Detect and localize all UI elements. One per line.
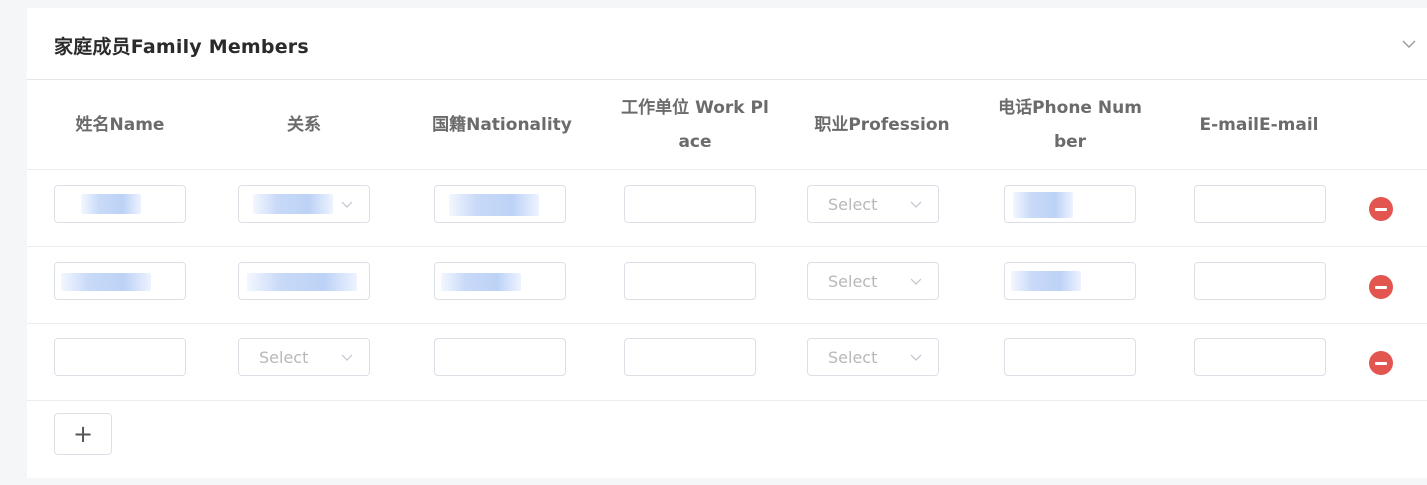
row-divider: [27, 400, 1427, 401]
row-divider: [27, 169, 1427, 170]
select-placeholder: Select: [828, 195, 878, 214]
redacted-value: [61, 273, 151, 291]
panel-header[interactable]: 家庭成员Family Members: [27, 8, 1427, 80]
redacted-value: [1013, 192, 1073, 218]
nationality-field[interactable]: [434, 338, 566, 376]
relation-select[interactable]: [238, 262, 370, 300]
column-header-email: E-mailE-mail: [1199, 115, 1319, 135]
name-field[interactable]: [54, 262, 186, 300]
panel-title: 家庭成员Family Members: [54, 36, 309, 58]
relation-select[interactable]: [238, 185, 370, 223]
work-place-field[interactable]: [624, 262, 756, 300]
relation-select[interactable]: Select: [238, 338, 370, 376]
name-field[interactable]: [54, 338, 186, 376]
nationality-field[interactable]: [434, 185, 566, 223]
chevron-down-icon: [910, 278, 922, 285]
row-divider: [27, 323, 1427, 324]
phone-field[interactable]: [1004, 262, 1136, 300]
redacted-value: [247, 273, 357, 291]
remove-row-button[interactable]: [1369, 197, 1393, 221]
redacted-value: [449, 194, 539, 216]
chevron-down-icon: [341, 201, 353, 208]
select-placeholder: Select: [259, 348, 309, 367]
chevron-down-icon[interactable]: [1401, 38, 1417, 50]
profession-select[interactable]: Select: [807, 262, 939, 300]
name-field[interactable]: [54, 185, 186, 223]
work-place-field[interactable]: [624, 185, 756, 223]
profession-select[interactable]: Select: [807, 338, 939, 376]
email-field[interactable]: [1194, 338, 1326, 376]
column-header-phone: 电话Phone Num ber: [998, 98, 1142, 152]
email-field[interactable]: [1194, 185, 1326, 223]
column-header-name: 姓名Name: [75, 115, 165, 135]
redacted-value: [253, 194, 333, 214]
column-header-profession: 职业Profession: [814, 115, 950, 135]
add-row-button[interactable]: +: [54, 413, 112, 455]
nationality-field[interactable]: [434, 262, 566, 300]
email-field[interactable]: [1194, 262, 1326, 300]
row-divider: [27, 246, 1427, 247]
family-members-panel: 家庭成员Family Members 姓名Name 关系 国籍Nationali…: [27, 8, 1427, 478]
chevron-down-icon: [910, 354, 922, 361]
phone-field[interactable]: [1004, 338, 1136, 376]
column-header-work-place: 工作单位 Work Pl ace: [621, 98, 769, 152]
column-header-relation: 关系: [287, 115, 321, 135]
chevron-down-icon: [910, 201, 922, 208]
select-placeholder: Select: [828, 272, 878, 291]
phone-field[interactable]: [1004, 185, 1136, 223]
redacted-value: [1011, 271, 1081, 291]
column-header-nationality: 国籍Nationality: [432, 115, 572, 135]
redacted-value: [81, 194, 141, 214]
profession-select[interactable]: Select: [807, 185, 939, 223]
work-place-field[interactable]: [624, 338, 756, 376]
remove-row-button[interactable]: [1369, 275, 1393, 299]
redacted-value: [441, 273, 521, 291]
select-placeholder: Select: [828, 348, 878, 367]
chevron-down-icon: [341, 354, 353, 361]
remove-row-button[interactable]: [1369, 351, 1393, 375]
